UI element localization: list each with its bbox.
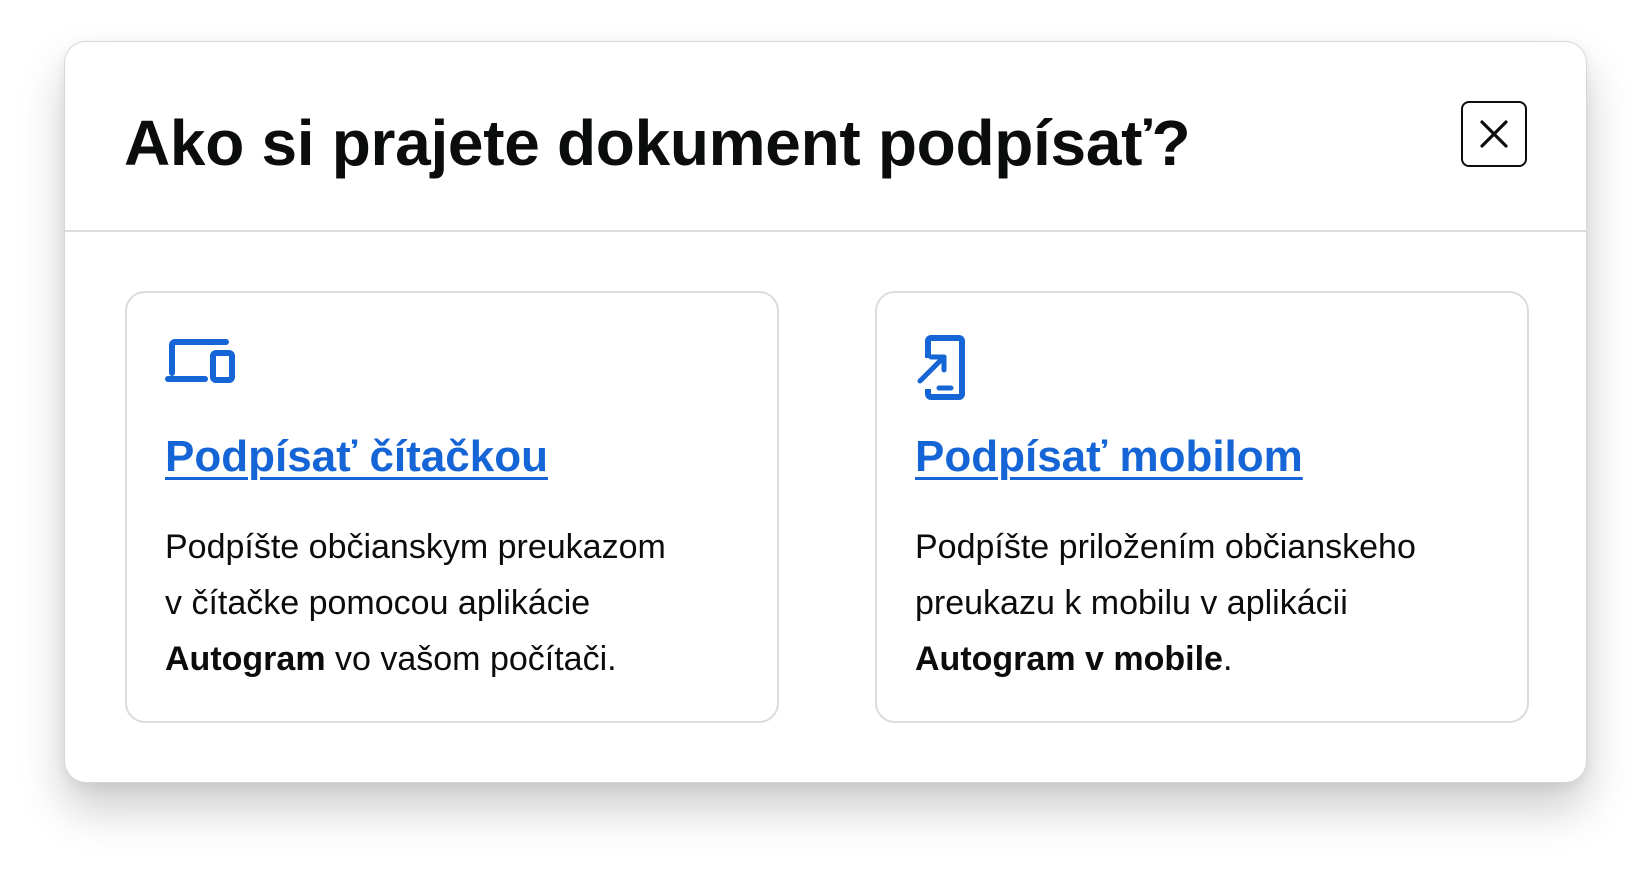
option-description: Podpíšte priložením občianskeho preukazu… bbox=[915, 519, 1505, 687]
dialog-title: Ako si prajete dokument podpísať? bbox=[124, 107, 1191, 179]
sign-with-reader-link[interactable]: Podpísať čítačkou bbox=[165, 431, 548, 484]
devices-icon bbox=[165, 339, 235, 383]
sign-method-dialog: Ako si prajete dokument podpísať? Podpís… bbox=[64, 41, 1587, 783]
description-tail: vo vašom počítači. bbox=[325, 640, 617, 678]
dialog-header: Ako si prajete dokument podpísať? bbox=[65, 42, 1586, 232]
option-card-mobile[interactable]: Podpísať mobilom Podpíšte priložením obč… bbox=[875, 291, 1529, 723]
option-description: Podpíšte občianskym preukazom v čítačke … bbox=[165, 519, 755, 687]
close-icon bbox=[1480, 120, 1508, 148]
description-line: preukazu k mobilu v aplikácii bbox=[915, 584, 1348, 622]
mobile-tap-icon bbox=[917, 335, 965, 400]
app-name: Autogram v mobile bbox=[915, 640, 1223, 678]
description-line: v čítačke pomocou aplikácie bbox=[165, 584, 591, 622]
close-button[interactable] bbox=[1461, 101, 1527, 167]
description-tail: . bbox=[1222, 640, 1233, 678]
app-name: Autogram bbox=[165, 640, 326, 678]
option-card-reader[interactable]: Podpísať čítačkou Podpíšte občianskym pr… bbox=[125, 291, 779, 723]
sign-with-mobile-link[interactable]: Podpísať mobilom bbox=[915, 431, 1303, 484]
description-line: Podpíšte občianskym preukazom bbox=[165, 528, 666, 566]
description-line: Podpíšte priložením občianskeho bbox=[915, 528, 1416, 566]
